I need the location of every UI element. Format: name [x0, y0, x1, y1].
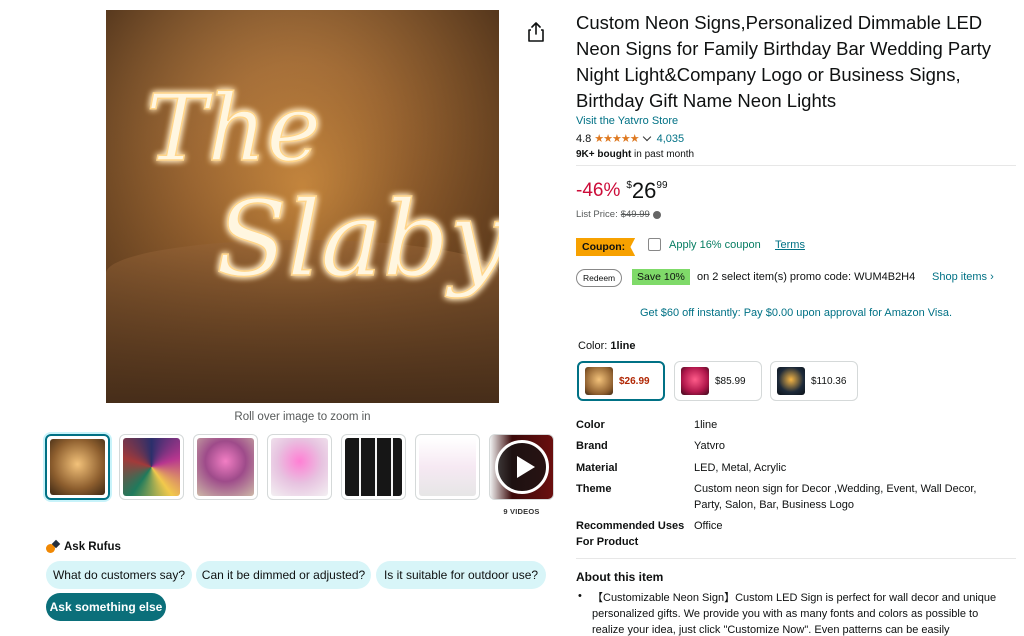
- rating-value: 4.8: [576, 132, 592, 145]
- divider: [576, 165, 1016, 166]
- spec-key: Theme: [576, 483, 612, 495]
- shop-items-link[interactable]: Shop items ›: [932, 271, 994, 283]
- main-product-image[interactable]: The Slabys: [106, 10, 499, 403]
- bought-count: 9K+ bought: [576, 149, 632, 160]
- thumbnail-5[interactable]: [341, 434, 406, 500]
- video-count-label: 9 VIDEOS: [503, 507, 540, 516]
- promo-text: on 2 select item(s) promo code: WUM4B2H4: [697, 271, 916, 283]
- spec-value: Custom neon sign for Decor ,Wedding, Eve…: [694, 483, 977, 511]
- spec-key: Brand: [576, 440, 608, 452]
- chevron-down-icon[interactable]: [642, 132, 651, 142]
- play-icon: [495, 440, 549, 494]
- thumbnail-3[interactable]: [193, 434, 258, 500]
- share-icon[interactable]: [527, 22, 545, 42]
- list-price: List Price: $49.99: [576, 209, 661, 220]
- bullet-dot: •: [578, 590, 582, 602]
- zoom-hint: Roll over image to zoom in: [234, 411, 371, 423]
- price-block: -46% $ 26 99: [576, 178, 668, 204]
- coupon-checkbox[interactable]: [648, 238, 661, 251]
- coupon-terms-link[interactable]: Terms: [775, 239, 805, 251]
- color-option-2-image: [681, 367, 709, 395]
- color-option-3-price: $110.36: [811, 375, 847, 387]
- spec-key: Color: [576, 419, 605, 431]
- rufus-chip-outdoor[interactable]: Is it suitable for outdoor use?: [376, 561, 546, 589]
- neon-line-the: The: [146, 75, 321, 182]
- color-option-2-price: $85.99: [715, 375, 746, 387]
- color-label-prefix: Color:: [578, 340, 611, 352]
- spec-value: Office: [694, 520, 723, 532]
- rufus-chip-dimmed[interactable]: Can it be dimmed or adjusted?: [196, 561, 371, 589]
- spec-value: 1line: [694, 419, 718, 431]
- coupon-badge: Coupon:: [576, 238, 636, 256]
- thumbnail-strip: 9 VIDEOS: [45, 434, 554, 516]
- about-this-item-heading: About this item: [576, 570, 664, 584]
- color-option-2[interactable]: $85.99: [674, 361, 762, 401]
- list-price-label: List Price:: [576, 209, 618, 220]
- product-title: Custom Neon Signs,Personalized Dimmable …: [576, 12, 992, 111]
- color-option-3[interactable]: $110.36: [770, 361, 858, 401]
- visa-offer-link[interactable]: Get $60 off instantly: Pay $0.00 upon ap…: [576, 307, 1016, 319]
- rating-count-link[interactable]: 4,035: [657, 133, 685, 145]
- bought-in-past-month: 9K+ bought in past month: [576, 149, 694, 160]
- rufus-chip-customers-say[interactable]: What do customers say?: [46, 561, 192, 589]
- star-rating-icon[interactable]: ★★★★★: [594, 132, 639, 145]
- store-link[interactable]: Visit the Yatvro Store: [576, 115, 678, 127]
- price-whole: 26: [631, 178, 657, 203]
- color-label: Color: 1line: [578, 340, 635, 352]
- neon-line-name: Slabys: [216, 178, 499, 300]
- thumbnail-6[interactable]: [415, 434, 480, 500]
- list-price-value: $49.99: [620, 209, 650, 220]
- rufus-title: Ask Rufus: [64, 541, 121, 553]
- spec-value: LED, Metal, Acrylic: [694, 462, 787, 474]
- price-fraction: 99: [656, 180, 668, 191]
- discount-percent: -46%: [576, 180, 621, 201]
- thumbnail-video[interactable]: 9 VIDEOS: [489, 434, 554, 516]
- neon-sign-artwork: The Slabys: [145, 74, 499, 301]
- rufus-header: Ask Rufus: [46, 541, 121, 553]
- rufus-icon: [46, 541, 60, 553]
- color-option-1-price: $26.99: [619, 375, 650, 387]
- coupon-text[interactable]: Apply 16% coupon: [669, 239, 761, 251]
- color-selected-value: 1line: [610, 340, 636, 352]
- color-option-1-image: [585, 367, 613, 395]
- rating-row: 4.8 ★★★★★ 4,035: [576, 132, 685, 146]
- color-option-1[interactable]: $26.99: [577, 361, 665, 401]
- rufus-ask-something-else-button[interactable]: Ask something else: [46, 593, 166, 621]
- thumbnail-2[interactable]: [119, 434, 184, 500]
- thumbnail-1[interactable]: [45, 434, 110, 500]
- spec-value: Yatvro: [694, 440, 725, 452]
- about-bullet-1: 【Customizable Neon Sign】Custom LED Sign …: [592, 592, 997, 636]
- info-icon[interactable]: [652, 210, 661, 219]
- save-badge: Save 10%: [632, 269, 690, 285]
- spec-key: Recommended Uses For Product: [576, 520, 685, 548]
- color-option-3-image: [777, 367, 805, 395]
- thumbnail-4[interactable]: [267, 434, 332, 500]
- bought-suffix: in past month: [631, 149, 695, 160]
- divider: [576, 558, 1016, 559]
- redeem-button[interactable]: Redeem: [576, 269, 623, 287]
- spec-key: Material: [576, 462, 618, 474]
